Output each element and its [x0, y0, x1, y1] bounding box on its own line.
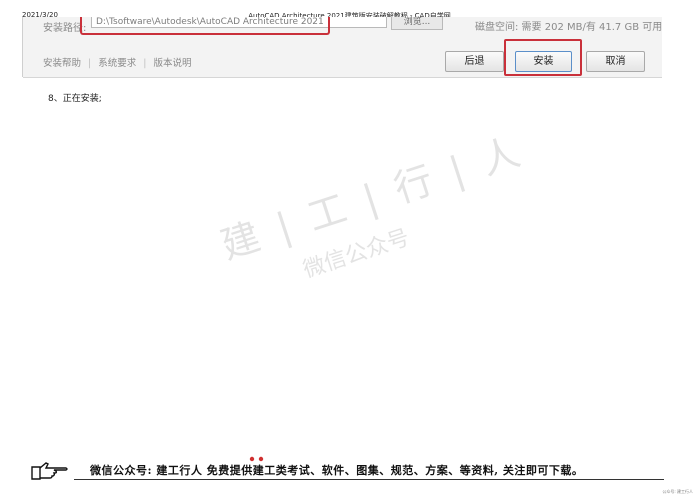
link-separator: |: [88, 58, 92, 69]
watermark: 建 | 工 | 行 | 人 微信公众号: [213, 129, 529, 360]
disk-space-info: 磁盘空间: 需要 202 MB/有 41.7 GB 可用: [475, 22, 663, 33]
pointing-hand-icon: [31, 462, 68, 480]
release-notes-link[interactable]: 版本说明: [153, 58, 191, 69]
footer-banner: 微信公众号: 建工行人 免费提供建工类考试、软件、图集、规范、方案、等资料, 关…: [30, 456, 670, 484]
back-button[interactable]: 后退: [445, 51, 504, 72]
browse-button[interactable]: 浏览...: [391, 17, 443, 30]
footer-links: 安装帮助 | 系统要求 | 版本说明: [43, 55, 191, 69]
install-help-link[interactable]: 安装帮助: [43, 58, 81, 69]
install-highlight-box: [504, 39, 582, 76]
cancel-button[interactable]: 取消: [586, 51, 645, 72]
footer-underline: [74, 479, 664, 480]
path-highlight-box: [80, 17, 330, 35]
step-text: 8、正在安装;: [48, 94, 102, 104]
page-mark: 公众号: 建工行人: [662, 489, 693, 494]
footer-text: 微信公众号: 建工行人 免费提供建工类考试、软件、图集、规范、方案、等资料, 关…: [90, 464, 584, 477]
system-requirements-link[interactable]: 系统要求: [98, 58, 136, 69]
link-separator: |: [143, 58, 147, 69]
